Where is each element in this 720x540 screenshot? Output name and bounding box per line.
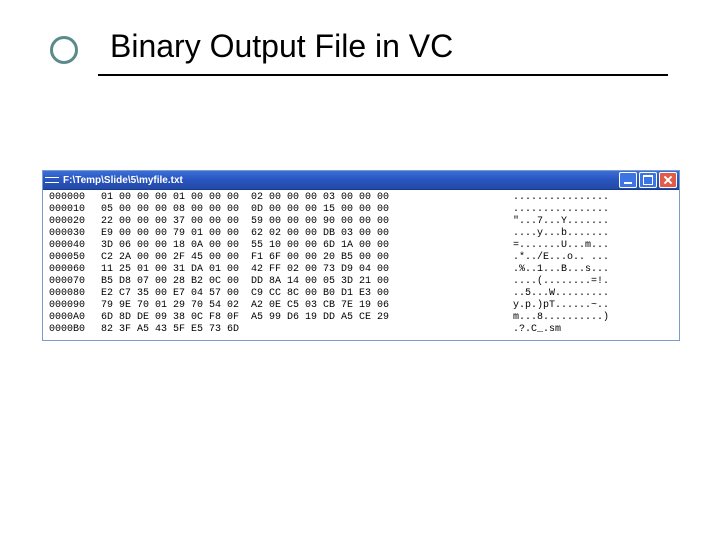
hex-row: 00002022 00 00 00 37 00 00 00 59 00 00 0… bbox=[49, 216, 673, 228]
close-button[interactable] bbox=[659, 172, 677, 188]
window-titlebar: F:\Temp\Slide\5\myfile.txt bbox=[43, 171, 679, 190]
hex-cell: 79 9E 70 01 29 70 54 02 A2 0E C5 03 CB 7… bbox=[101, 300, 513, 312]
hex-row: 00006011 25 01 00 31 DA 01 00 42 FF 02 0… bbox=[49, 264, 673, 276]
hex-cell: E9 00 00 00 79 01 00 00 62 02 00 00 DB 0… bbox=[101, 228, 513, 240]
hex-row: 000050C2 2A 00 00 2F 45 00 00 F1 6F 00 0… bbox=[49, 252, 673, 264]
offset-cell: 000000 bbox=[49, 192, 101, 204]
hex-row: 00009079 9E 70 01 29 70 54 02 A2 0E C5 0… bbox=[49, 300, 673, 312]
hex-row: 000070B5 D8 07 00 28 B2 0C 00 DD 8A 14 0… bbox=[49, 276, 673, 288]
system-menu-icon[interactable] bbox=[45, 173, 59, 187]
hex-cell: 82 3F A5 43 5F E5 73 6D bbox=[101, 324, 513, 336]
hex-row: 0000B082 3F A5 43 5F E5 73 6D.?.C_.sm bbox=[49, 324, 673, 336]
slide-title: Binary Output File in VC bbox=[110, 28, 453, 65]
hex-cell: 01 00 00 00 01 00 00 00 02 00 00 00 03 0… bbox=[101, 192, 513, 204]
offset-cell: 000040 bbox=[49, 240, 101, 252]
hex-row: 00000001 00 00 00 01 00 00 00 02 00 00 0… bbox=[49, 192, 673, 204]
offset-cell: 0000B0 bbox=[49, 324, 101, 336]
ascii-cell: .%..1...B...s... bbox=[513, 264, 633, 276]
ascii-cell: "...7...Y....... bbox=[513, 216, 633, 228]
offset-cell: 000010 bbox=[49, 204, 101, 216]
hex-cell: 22 00 00 00 37 00 00 00 59 00 00 00 90 0… bbox=[101, 216, 513, 228]
offset-cell: 000020 bbox=[49, 216, 101, 228]
ascii-cell: .?.C_.sm bbox=[513, 324, 633, 336]
ascii-cell: .*../E...o.. ... bbox=[513, 252, 633, 264]
offset-cell: 000080 bbox=[49, 288, 101, 300]
ascii-cell: ....y...b....... bbox=[513, 228, 633, 240]
ascii-cell: ....(........=!. bbox=[513, 276, 633, 288]
ascii-cell: ................ bbox=[513, 192, 633, 204]
hex-row: 000030E9 00 00 00 79 01 00 00 62 02 00 0… bbox=[49, 228, 673, 240]
hex-row: 0000403D 06 00 00 18 0A 00 00 55 10 00 0… bbox=[49, 240, 673, 252]
hex-cell: 6D 8D DE 09 38 0C F8 0F A5 99 D6 19 DD A… bbox=[101, 312, 513, 324]
ascii-cell: =.......U...m... bbox=[513, 240, 633, 252]
window-title: F:\Temp\Slide\5\myfile.txt bbox=[63, 175, 619, 186]
offset-cell: 0000A0 bbox=[49, 312, 101, 324]
offset-cell: 000060 bbox=[49, 264, 101, 276]
hex-cell: 11 25 01 00 31 DA 01 00 42 FF 02 00 73 D… bbox=[101, 264, 513, 276]
minimize-button[interactable] bbox=[619, 172, 637, 188]
hex-cell: C2 2A 00 00 2F 45 00 00 F1 6F 00 00 20 B… bbox=[101, 252, 513, 264]
hex-row: 0000A06D 8D DE 09 38 0C F8 0F A5 99 D6 1… bbox=[49, 312, 673, 324]
offset-cell: 000050 bbox=[49, 252, 101, 264]
hex-cell: E2 C7 35 00 E7 04 57 00 C9 CC 8C 00 B0 D… bbox=[101, 288, 513, 300]
ascii-cell: ................ bbox=[513, 204, 633, 216]
slide-bullet bbox=[50, 36, 78, 64]
maximize-button[interactable] bbox=[639, 172, 657, 188]
hex-cell: B5 D8 07 00 28 B2 0C 00 DD 8A 14 00 05 3… bbox=[101, 276, 513, 288]
hex-dump-body: 00000001 00 00 00 01 00 00 00 02 00 00 0… bbox=[43, 190, 679, 340]
offset-cell: 000030 bbox=[49, 228, 101, 240]
ascii-cell: y.p.)pT......~.. bbox=[513, 300, 633, 312]
offset-cell: 000090 bbox=[49, 300, 101, 312]
ascii-cell: m...8..........) bbox=[513, 312, 633, 324]
hex-row: 000080E2 C7 35 00 E7 04 57 00 C9 CC 8C 0… bbox=[49, 288, 673, 300]
hex-row: 00001005 00 00 00 08 00 00 00 0D 00 00 0… bbox=[49, 204, 673, 216]
hex-cell: 3D 06 00 00 18 0A 00 00 55 10 00 00 6D 1… bbox=[101, 240, 513, 252]
hex-viewer-window: F:\Temp\Slide\5\myfile.txt 00000001 00 0… bbox=[42, 170, 680, 341]
hex-cell: 05 00 00 00 08 00 00 00 0D 00 00 00 15 0… bbox=[101, 204, 513, 216]
title-rule bbox=[98, 74, 668, 76]
offset-cell: 000070 bbox=[49, 276, 101, 288]
ascii-cell: ..5...W......... bbox=[513, 288, 633, 300]
